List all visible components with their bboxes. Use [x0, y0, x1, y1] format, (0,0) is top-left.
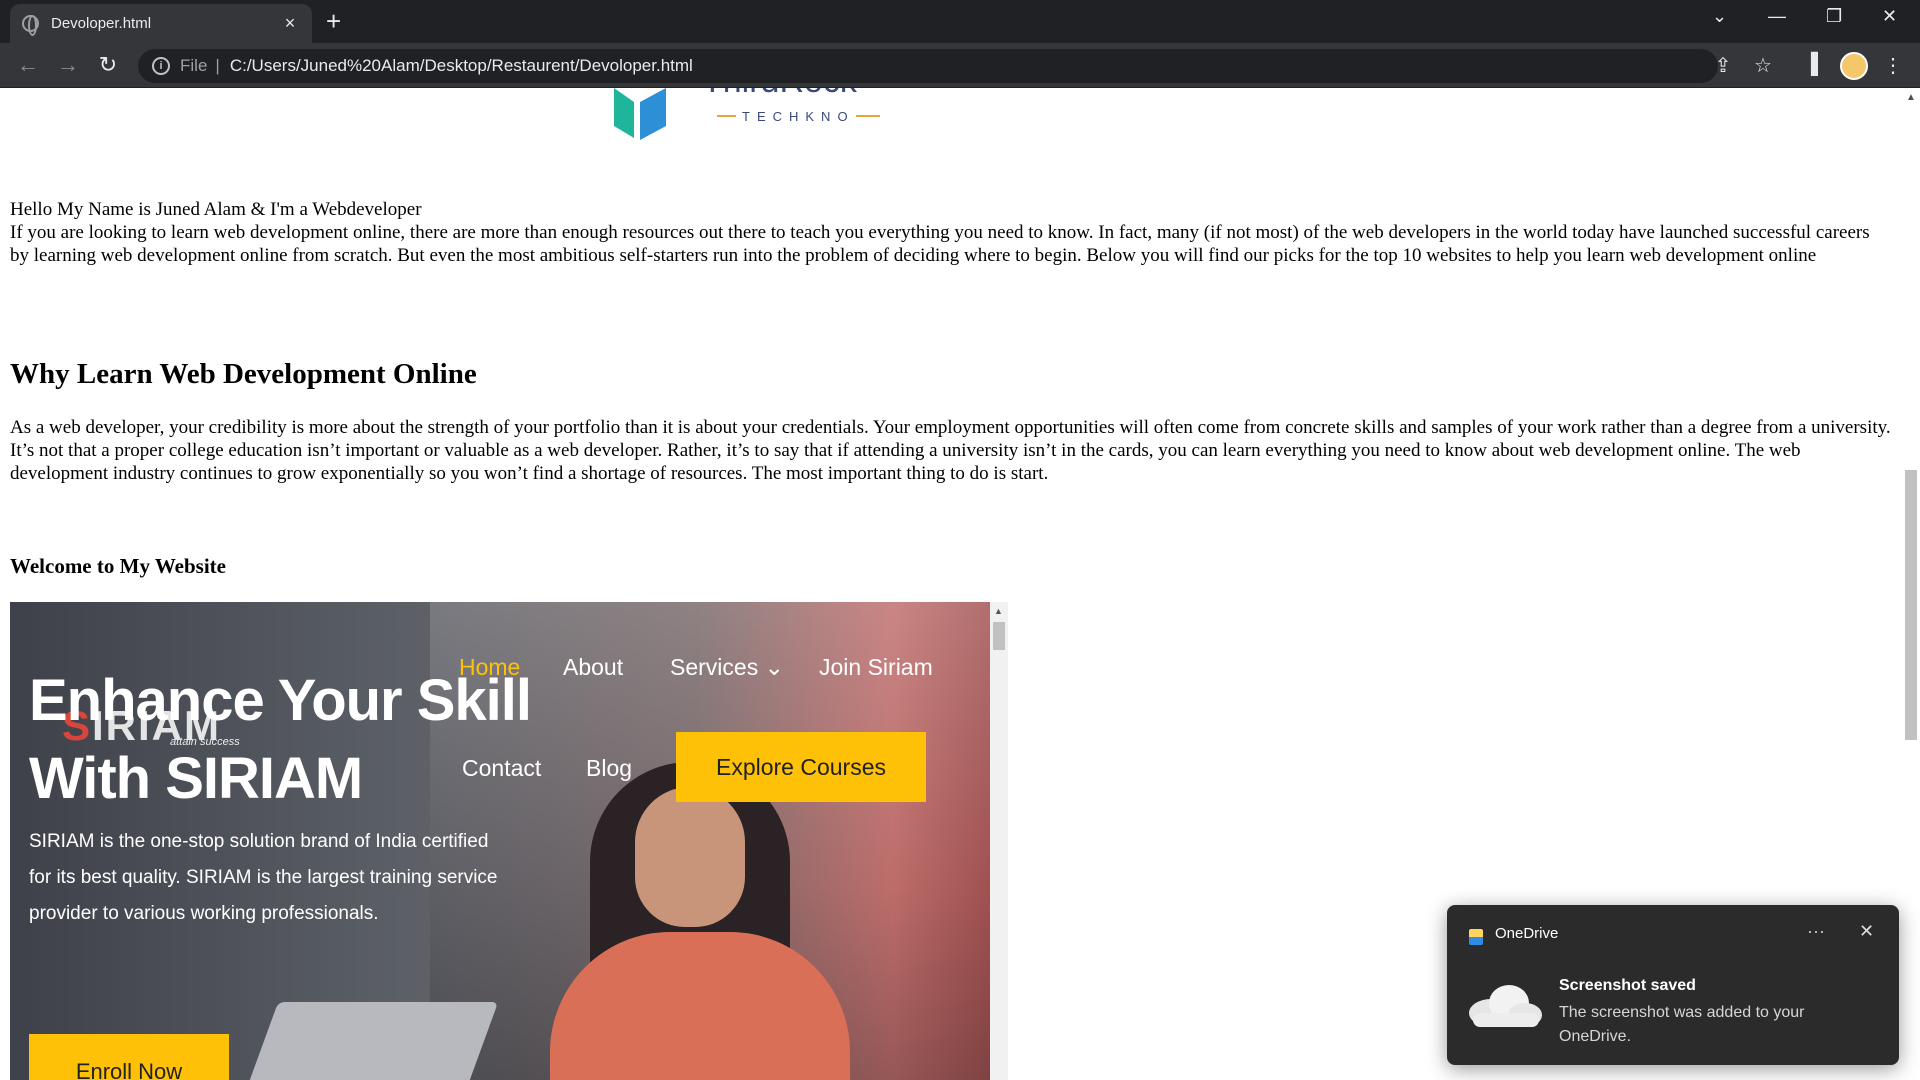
bookmark-star-icon[interactable]: ☆ — [1750, 53, 1776, 78]
nav-about[interactable]: About — [563, 654, 623, 681]
logo-text: ThirdRock — [702, 88, 858, 100]
address-bar[interactable]: i File | C:/Users/Juned%20Alam/Desktop/R… — [138, 49, 1718, 83]
thirdrock-logo: ThirdRock TECHKNO — [614, 88, 880, 140]
tab-search-icon[interactable]: ⌄ — [1712, 6, 1727, 27]
hero-title-line2: With SIRIAM — [29, 746, 363, 811]
onedrive-app-icon — [1469, 929, 1483, 945]
hero-title-line1: Enhance Your Skill — [29, 668, 532, 733]
notification-title: Screenshot saved — [1559, 977, 1696, 994]
embedded-website-frame[interactable]: SIRIAM attain success Enhance Your Skill… — [10, 602, 1008, 1080]
minimize-button[interactable]: — — [1768, 6, 1786, 27]
forward-icon[interactable]: → — [54, 51, 82, 79]
explore-courses-button[interactable]: Explore Courses — [676, 732, 926, 802]
profile-avatar[interactable] — [1840, 52, 1868, 80]
intro-section: Hello My Name is Juned Alam & I'm a Webd… — [10, 198, 1890, 267]
url-separator: | — [215, 56, 220, 75]
scroll-up-icon[interactable]: ▲ — [994, 606, 1003, 616]
restore-button[interactable]: ❐ — [1826, 6, 1842, 27]
iframe-scrollbar[interactable]: ▲ — [990, 602, 1008, 1080]
reload-icon[interactable]: ↻ — [94, 51, 122, 79]
hero-title: Enhance Your Skill With SIRIAM — [29, 662, 532, 818]
notification-app-name: OneDrive — [1495, 925, 1559, 942]
page-scrollbar-thumb[interactable] — [1905, 470, 1917, 740]
intro-greeting: Hello My Name is Juned Alam & I'm a Webd… — [10, 199, 422, 220]
hero-laptop-image — [241, 1002, 499, 1080]
welcome-heading: Welcome to My Website — [10, 554, 226, 578]
info-icon[interactable]: i — [152, 57, 170, 75]
new-tab-button[interactable]: + — [326, 8, 341, 34]
browser-tab[interactable]: Devoloper.html × — [10, 4, 312, 43]
enroll-now-button[interactable]: Enroll Now — [29, 1034, 229, 1080]
side-panel-icon[interactable]: ▐ — [1798, 53, 1824, 76]
more-options-icon[interactable]: ··· — [1807, 921, 1825, 942]
cloud-icon — [1469, 985, 1542, 1027]
browser-toolbar: ← → ↻ i File | C:/Users/Juned%20Alam/Des… — [0, 43, 1920, 88]
nav-blog[interactable]: Blog — [586, 755, 632, 782]
section-heading: Why Learn Web Development Online — [10, 358, 477, 390]
browser-titlebar: Devoloper.html × + ⌄ — ❐ ✕ — [0, 0, 1920, 43]
intro-text: If you are looking to learn web developm… — [10, 222, 1870, 266]
hero-description: SIRIAM is the one-stop solution brand of… — [29, 831, 498, 924]
share-icon[interactable]: ⇪ — [1710, 53, 1736, 78]
url-text[interactable]: C:/Users/Juned%20Alam/Desktop/Restaurent… — [230, 56, 693, 76]
nav-contact[interactable]: Contact — [462, 755, 541, 782]
url-scheme: File — [180, 56, 208, 75]
notification-message: The screenshot was added to your OneDriv… — [1559, 1004, 1805, 1045]
globe-icon — [22, 15, 39, 36]
nav-home[interactable]: Home — [459, 654, 520, 681]
back-icon[interactable]: ← — [14, 51, 42, 79]
nav-join-siriam[interactable]: Join Siriam — [819, 654, 933, 681]
iframe-scrollbar-thumb[interactable] — [993, 622, 1005, 650]
onedrive-notification[interactable]: OneDrive ··· ✕ Screenshot saved The scre… — [1447, 905, 1899, 1065]
close-window-button[interactable]: ✕ — [1882, 6, 1897, 27]
section-paragraph: As a web developer, your credibility is … — [10, 417, 1891, 484]
page-scrollbar[interactable]: ▲ — [1902, 88, 1920, 1080]
close-notification-icon[interactable]: ✕ — [1859, 921, 1874, 942]
hero-person-face — [635, 787, 745, 927]
tab-close-button[interactable]: × — [280, 13, 300, 34]
menu-kebab-icon[interactable]: ⋮ — [1880, 53, 1906, 78]
tab-title: Devoloper.html — [51, 15, 152, 32]
logo-sub: TECHKNO — [742, 109, 855, 124]
page-scroll-up-icon[interactable]: ▲ — [1906, 92, 1916, 103]
nav-services[interactable]: Services ⌄ — [670, 654, 784, 681]
